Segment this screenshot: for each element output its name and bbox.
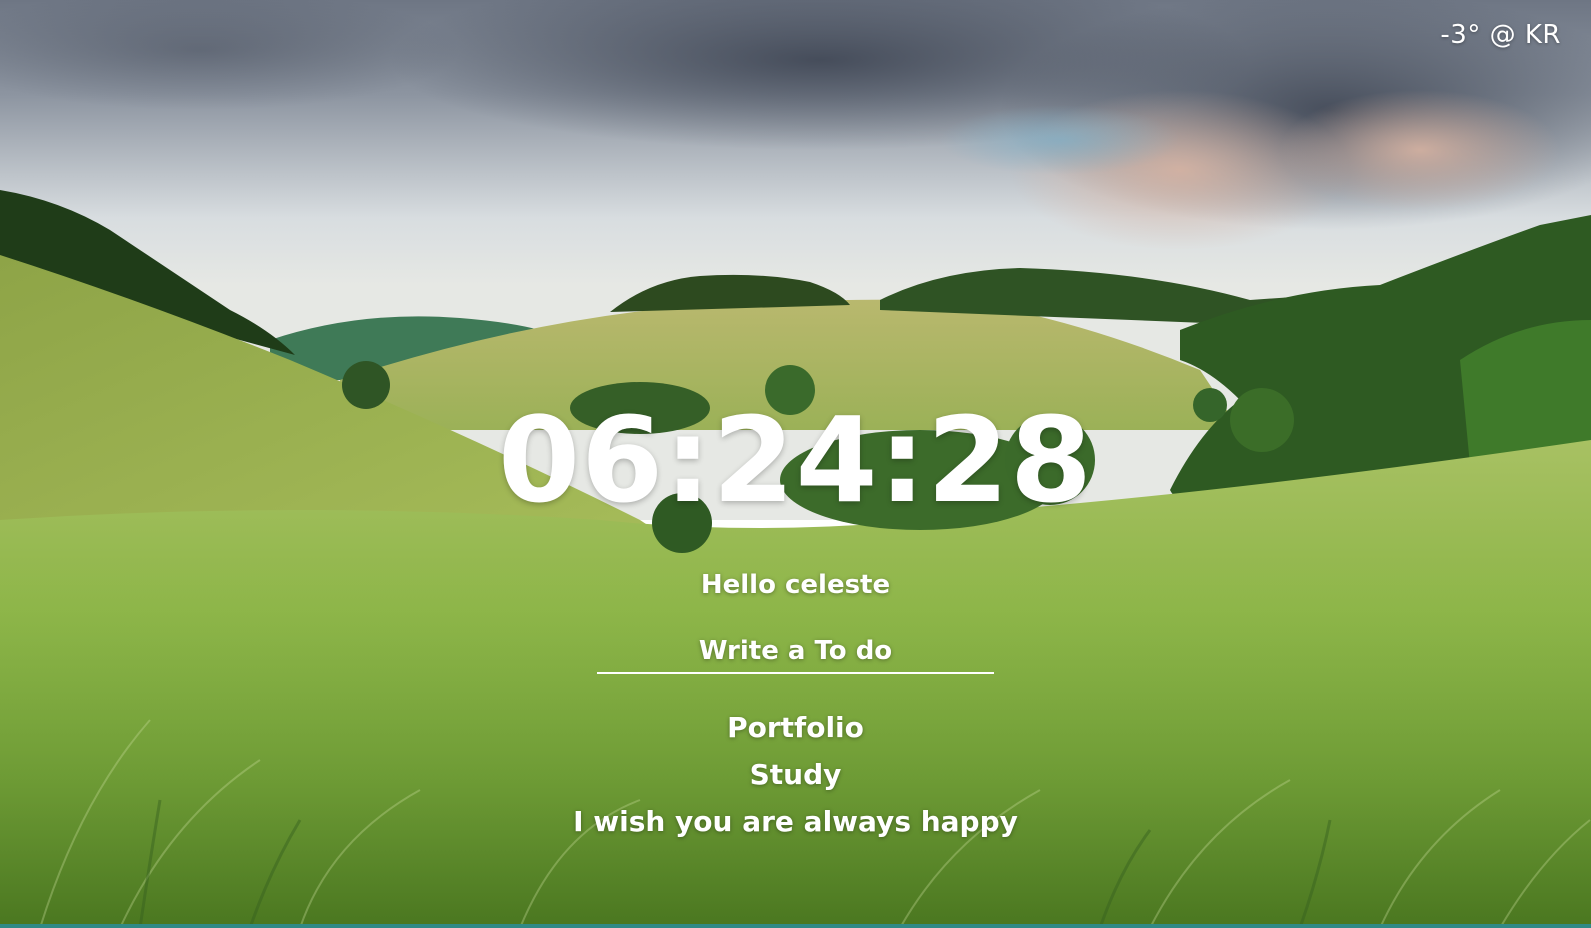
bottom-strip — [0, 924, 1591, 928]
todo-form — [597, 636, 994, 674]
weather-display: -3° @ KR — [1440, 20, 1561, 50]
todo-item[interactable]: Study — [0, 751, 1591, 798]
todo-item[interactable]: I wish you are always happy — [0, 798, 1591, 845]
todo-list: Portfolio Study I wish you are always ha… — [0, 704, 1591, 845]
clock: 06:24:28 — [497, 391, 1093, 529]
todo-input[interactable] — [597, 636, 994, 674]
todo-item[interactable]: Portfolio — [0, 704, 1591, 751]
greeting: Hello celeste — [700, 570, 891, 600]
